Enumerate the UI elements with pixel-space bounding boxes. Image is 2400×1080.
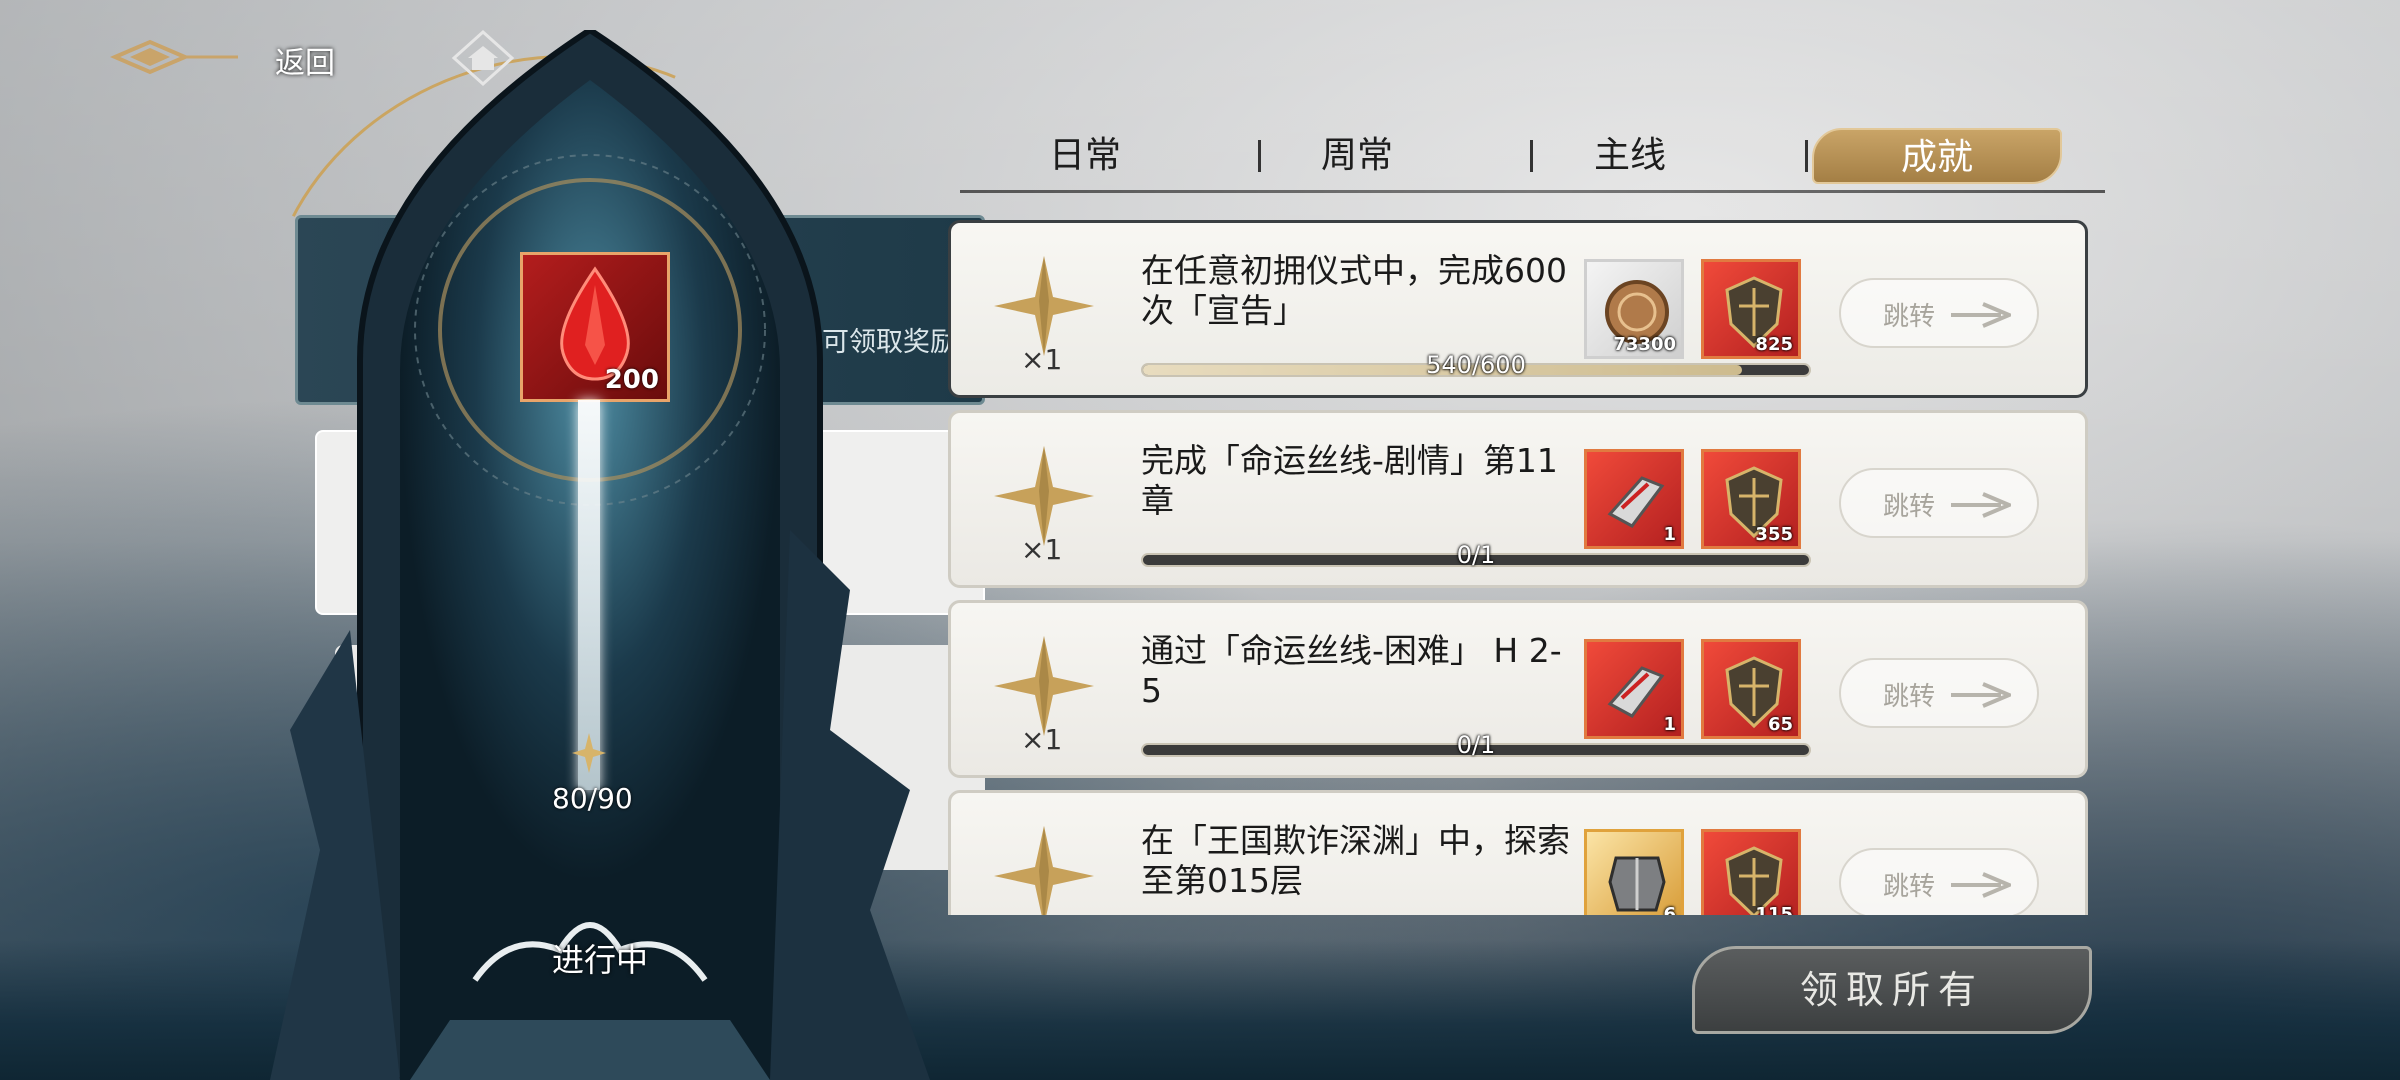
quest-row[interactable]: ×1 通过「命运丝线-困难」 H 2-5 1 65 跳转 0/1 xyxy=(948,600,2088,778)
jump-button-label: 跳转 xyxy=(1883,492,1936,522)
achievement-star-icon xyxy=(994,826,1094,915)
reward-item[interactable]: 115 xyxy=(1701,829,1801,915)
jump-button-label: 跳转 xyxy=(1883,682,1936,712)
reward-multiplier: ×1 xyxy=(1021,533,1063,566)
jump-button[interactable]: 跳转 xyxy=(1839,468,2039,538)
tab-weekly[interactable]: 周常 xyxy=(1232,128,1482,184)
reward-multiplier: ×1 xyxy=(1021,723,1063,756)
armor-chest-icon xyxy=(1608,856,1666,912)
tab-achievement[interactable]: 成就 xyxy=(1812,128,2062,184)
gauntlet-icon xyxy=(1607,476,1665,528)
reward-multiplier: ×1 xyxy=(1021,343,1063,376)
reward-item[interactable]: 1 xyxy=(1584,449,1684,549)
reward-item[interactable]: 73300 xyxy=(1584,259,1684,359)
arrow-right-icon xyxy=(1951,682,2011,708)
reward-item[interactable]: 1 xyxy=(1584,639,1684,739)
progress-beam xyxy=(578,400,600,790)
quest-row[interactable]: ×1 在「王国欺诈深渊」中，探索至第015层 6 115 跳转 xyxy=(948,790,2088,915)
jump-button-label: 跳转 xyxy=(1883,302,1936,332)
reward-item[interactable]: 6 xyxy=(1584,829,1684,915)
item-count: 115 xyxy=(1755,904,1793,915)
reward-item[interactable]: 355 xyxy=(1701,449,1801,549)
quest-description: 通过「命运丝线-困难」 H 2-5 xyxy=(1141,631,1562,710)
reward-multiplier: ×1 xyxy=(1021,913,1062,915)
quest-progress-text: 0/1 xyxy=(1456,731,1496,759)
tabs-divider xyxy=(960,190,2105,193)
arrow-right-icon xyxy=(1951,872,2011,898)
quest-progress-text: 0/1 xyxy=(1456,541,1496,569)
arrow-right-icon xyxy=(1951,492,2011,518)
arrow-right-icon xyxy=(1951,302,2011,328)
quest-description: 完成「命运丝线-剧情」第11章 xyxy=(1141,441,1558,520)
gauntlet-icon xyxy=(1607,666,1665,718)
quest-row[interactable]: ×1 在任意初拥仪式中，完成600次「宣告」 73300 825 跳转 540/… xyxy=(948,220,2088,398)
quest-row[interactable]: ×1 完成「命运丝线-剧情」第11章 1 355 跳转 0/1 xyxy=(948,410,2088,588)
tab-separator xyxy=(1805,140,1808,172)
quest-progress-text: 540/600 xyxy=(1426,351,1526,379)
jump-button[interactable]: 跳转 xyxy=(1839,278,2039,348)
jump-button[interactable]: 跳转 xyxy=(1839,848,2039,915)
arch-progress-text: 80/90 xyxy=(552,782,633,815)
reward-item[interactable]: 825 xyxy=(1701,259,1801,359)
jump-button[interactable]: 跳转 xyxy=(1839,658,2039,728)
reward-count: 200 xyxy=(604,365,659,395)
quest-tabs: 日常 周常 主线 成就 xyxy=(960,118,2080,198)
back-arrow-icon[interactable] xyxy=(110,34,240,80)
item-count: 6 xyxy=(1663,904,1676,915)
jump-button-label: 跳转 xyxy=(1883,872,1936,902)
quest-description: 在任意初拥仪式中，完成600次「宣告」 xyxy=(1141,251,1567,330)
arch-status-text: 进行中 xyxy=(552,941,649,979)
star-marker-icon xyxy=(572,733,606,773)
arch-reward-gem[interactable]: 200 xyxy=(520,252,670,402)
tab-daily[interactable]: 日常 xyxy=(960,128,1210,184)
quest-list[interactable]: ×1 在任意初拥仪式中，完成600次「宣告」 73300 825 跳转 540/… xyxy=(948,210,2088,915)
tab-main-story[interactable]: 主线 xyxy=(1505,128,1755,184)
claim-all-button[interactable]: 领取所有 xyxy=(1692,946,2092,1034)
reward-item[interactable]: 65 xyxy=(1701,639,1801,739)
quest-description: 在「王国欺诈深渊」中，探索至第015层 xyxy=(1141,821,1570,900)
